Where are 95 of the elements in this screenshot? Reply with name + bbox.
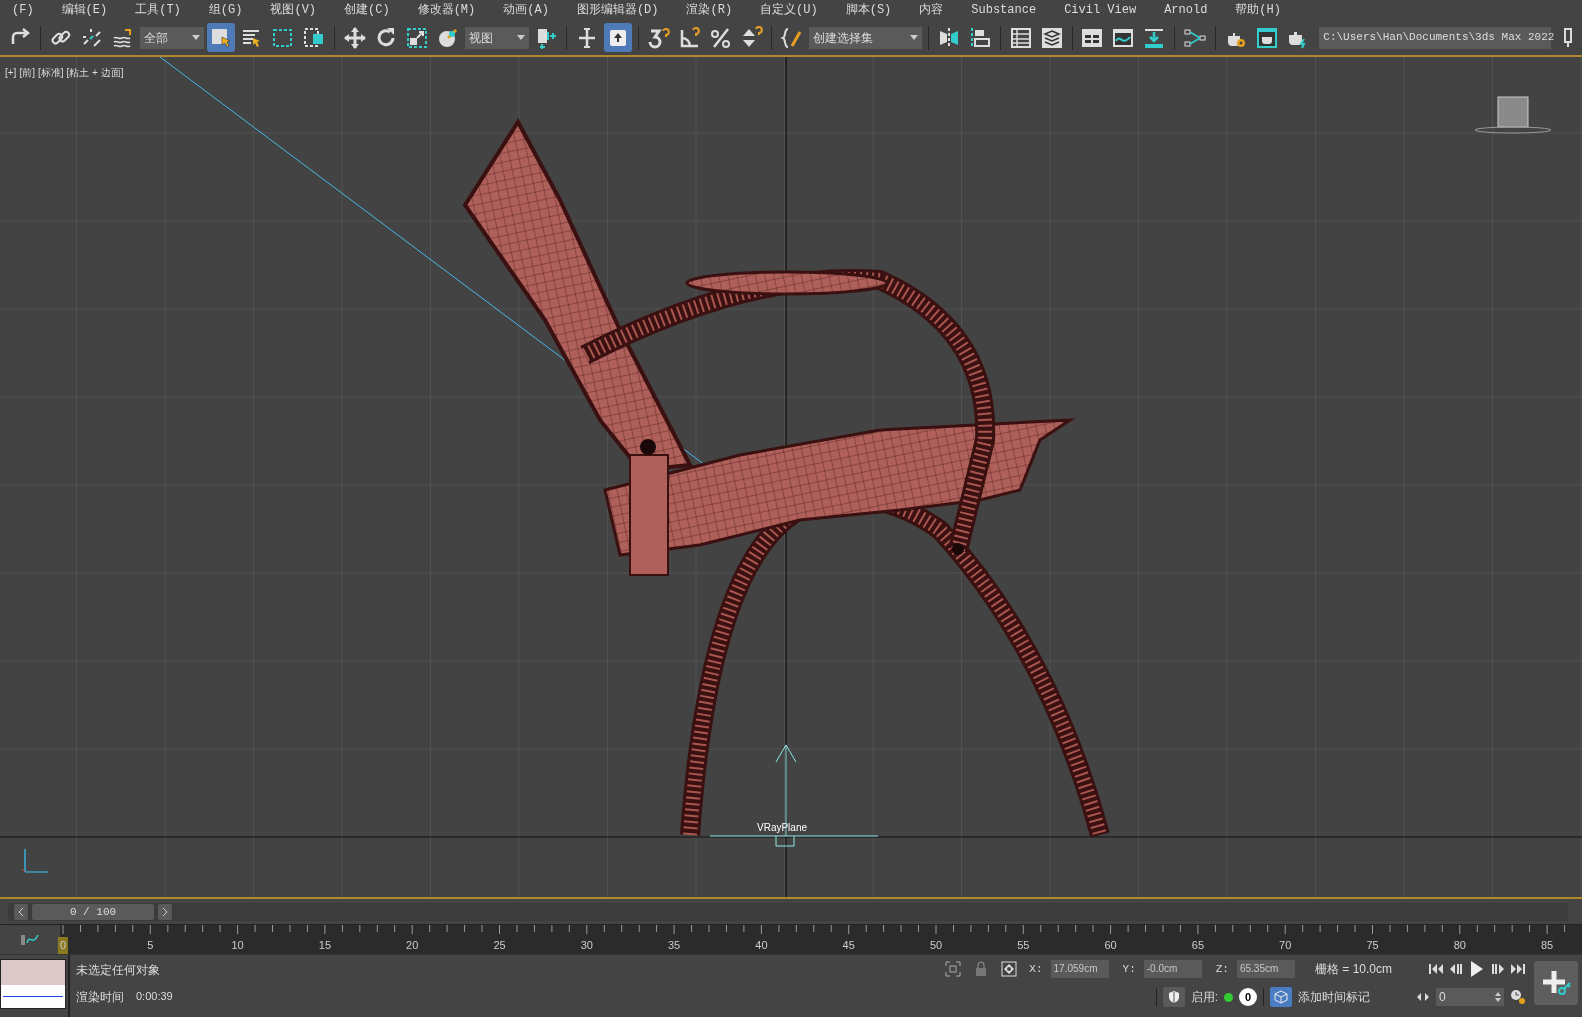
time-slider-thumb[interactable]: 0 / 100 bbox=[32, 903, 154, 920]
frame-number: 0 bbox=[57, 937, 69, 954]
caret-icon bbox=[191, 35, 200, 40]
menu-item[interactable]: 编辑(E) bbox=[47, 1, 122, 19]
frame-number: 50 bbox=[929, 938, 943, 953]
frame-number: 20 bbox=[406, 938, 419, 953]
frame-number: 10 bbox=[231, 938, 244, 953]
axis-label: Y: bbox=[1122, 961, 1136, 977]
path-dropdown[interactable]: C:\Users\Han\Documents\3ds Max 2022 bbox=[1319, 26, 1552, 49]
time-tag-button[interactable] bbox=[1270, 987, 1292, 1007]
spinner-icon[interactable] bbox=[1495, 992, 1501, 1002]
menu-item[interactable]: 工具(T) bbox=[121, 1, 195, 19]
enable-count: 0 bbox=[1239, 988, 1257, 1006]
toolbar-button[interactable] bbox=[206, 23, 235, 52]
menu-item[interactable]: 帮助(H) bbox=[1221, 1, 1295, 19]
go-to-start-icon[interactable] bbox=[1428, 962, 1444, 976]
add-time-tag-text: 添加时间标记 bbox=[1298, 989, 1371, 1006]
frame-number: 65 bbox=[1191, 938, 1204, 953]
teapot-window-icon bbox=[1255, 25, 1280, 50]
isolate-toggle-button[interactable] bbox=[1162, 987, 1185, 1007]
layers-icon bbox=[1039, 25, 1064, 50]
previous-frame-button[interactable] bbox=[14, 903, 28, 920]
menu-item[interactable]: Substance bbox=[957, 1, 1051, 19]
next-frame-button[interactable] bbox=[158, 903, 172, 920]
chevron-left-icon bbox=[18, 906, 24, 917]
coordinate-field[interactable]: 17.059cm bbox=[1050, 960, 1109, 978]
time-config-icon[interactable] bbox=[1510, 989, 1526, 1005]
axis-label: Z: bbox=[1215, 961, 1229, 977]
dashed-square-icon bbox=[301, 25, 326, 50]
viewcube-icon[interactable] bbox=[1474, 96, 1552, 134]
absolute-mode-icon[interactable] bbox=[1001, 961, 1018, 977]
go-to-end-icon[interactable] bbox=[1510, 962, 1526, 976]
dropdown[interactable]: 全部 bbox=[139, 26, 204, 49]
menu-item[interactable]: 组(G) bbox=[194, 1, 257, 19]
menu-item[interactable]: Arnold bbox=[1150, 1, 1222, 19]
cube-icon bbox=[1274, 990, 1288, 1004]
axis-tripod-icon bbox=[21, 848, 49, 873]
grid-size-text: 栅格 = 10.0cm bbox=[1314, 961, 1392, 978]
dropdown[interactable]: 创建选择集 bbox=[809, 26, 922, 49]
dropdown[interactable]: 视图 bbox=[464, 26, 529, 49]
script-listener-preview[interactable] bbox=[0, 959, 66, 1009]
frame-selection-icon[interactable] bbox=[945, 961, 962, 977]
current-frame-field[interactable]: 0 bbox=[1436, 988, 1504, 1006]
viewport-label[interactable]: [+] bbox=[5, 65, 17, 80]
render-time-label: 渲染时间 bbox=[76, 989, 124, 1006]
frame-number: 80 bbox=[1453, 938, 1466, 953]
menu-item[interactable]: 创建(C) bbox=[330, 1, 404, 19]
time-slider-track[interactable]: 0 / 100 bbox=[8, 902, 1568, 921]
menu-item[interactable]: 视图(V) bbox=[256, 1, 331, 19]
object-label: VRayPlane bbox=[757, 821, 808, 835]
snap-icon bbox=[646, 25, 671, 50]
chevron-right-icon bbox=[162, 906, 168, 917]
next-key-icon[interactable] bbox=[1490, 962, 1506, 976]
render-time-value: 0:00:39 bbox=[136, 989, 173, 1004]
selection-status-text: 未选定任何对象 bbox=[76, 962, 161, 979]
menu-item[interactable]: 修改器(M) bbox=[403, 1, 490, 19]
table-icon bbox=[1008, 25, 1033, 50]
frame-number: 5 bbox=[147, 938, 154, 953]
menu-item[interactable]: (F) bbox=[0, 1, 48, 19]
frame-number: 75 bbox=[1366, 938, 1379, 953]
frame-number: 45 bbox=[842, 938, 855, 953]
shield-icon bbox=[1167, 990, 1180, 1004]
menu-item[interactable]: 图形编辑器(D) bbox=[562, 1, 673, 19]
menu-item[interactable]: 动画(A) bbox=[489, 1, 563, 19]
move-icon bbox=[342, 25, 367, 50]
menu-item[interactable]: 自定义(U) bbox=[746, 1, 832, 19]
coordinate-field[interactable]: 65.35cm bbox=[1236, 960, 1295, 978]
enable-label: 启用: bbox=[1190, 989, 1218, 1006]
scale-icon bbox=[404, 25, 429, 50]
previous-key-icon[interactable] bbox=[1448, 962, 1464, 976]
menu-item[interactable]: Civil View bbox=[1050, 1, 1151, 19]
pin-icon bbox=[1563, 27, 1574, 48]
caret-icon bbox=[516, 35, 525, 40]
frame-number: 15 bbox=[318, 938, 331, 953]
menu-item[interactable]: 渲染(R) bbox=[672, 1, 747, 19]
frame-number: 40 bbox=[755, 938, 768, 953]
coordinate-field[interactable]: -0.0cm bbox=[1143, 960, 1202, 978]
frame-number: 30 bbox=[580, 938, 593, 953]
key-mode-icon[interactable] bbox=[1416, 991, 1430, 1003]
caret-icon bbox=[909, 35, 918, 40]
frame-number: 70 bbox=[1279, 938, 1292, 953]
set-key-button[interactable] bbox=[1534, 961, 1578, 1005]
frame-number: 35 bbox=[667, 938, 681, 953]
menu-item[interactable]: 内容 bbox=[905, 1, 958, 19]
viewport-label[interactable]: [前] bbox=[19, 65, 35, 80]
menu-item[interactable]: 脚本(S) bbox=[831, 1, 906, 19]
frame-number: 25 bbox=[493, 938, 506, 953]
frame-number: 85 bbox=[1540, 938, 1554, 953]
frame-number: 60 bbox=[1104, 938, 1117, 953]
viewport-label[interactable]: [粘土 + 边面] bbox=[66, 65, 124, 80]
axis-label: X: bbox=[1029, 961, 1043, 977]
toolbar-button[interactable] bbox=[603, 23, 632, 52]
frame-number: 55 bbox=[1017, 938, 1030, 953]
curve-editor-icon[interactable] bbox=[20, 932, 40, 947]
viewport-label[interactable]: [标准] bbox=[37, 65, 64, 80]
